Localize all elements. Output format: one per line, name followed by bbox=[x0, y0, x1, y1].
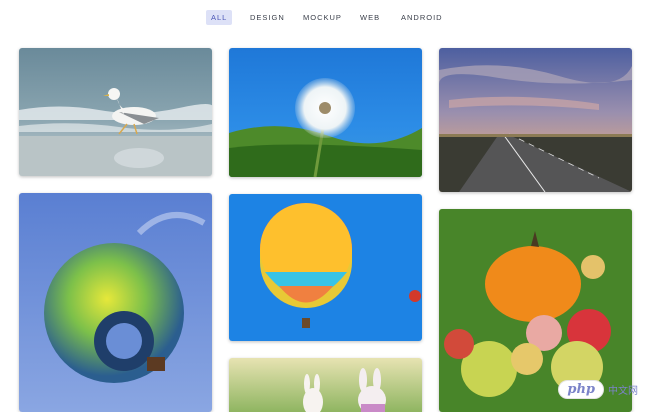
filter-design-button[interactable]: DESIGN bbox=[245, 10, 290, 25]
filter-bar: ALL DESIGN MOCKUP WEB ANDROID bbox=[0, 10, 650, 25]
balloon-rainbow-image bbox=[229, 194, 422, 341]
gallery-item-dandelion[interactable] bbox=[229, 48, 422, 177]
watermark-logo: php bbox=[558, 379, 604, 399]
filter-web-button[interactable]: WEB bbox=[355, 10, 385, 25]
gallery-item-bunnies[interactable] bbox=[229, 358, 422, 412]
gallery-item-balloon-rainbow[interactable] bbox=[229, 194, 422, 341]
gallery-item-balloon-green[interactable] bbox=[19, 193, 212, 412]
filter-all-button[interactable]: ALL bbox=[206, 10, 233, 25]
dandelion-image bbox=[229, 48, 422, 177]
watermark-suffix: 中文网 bbox=[608, 385, 638, 397]
road-image bbox=[439, 48, 632, 192]
filter-mockup-button[interactable]: MOCKUP bbox=[298, 10, 347, 25]
seagull-image bbox=[19, 48, 212, 176]
filter-android-button[interactable]: ANDROID bbox=[396, 10, 448, 25]
balloon-green-image bbox=[19, 193, 212, 412]
gallery-item-seagull[interactable] bbox=[19, 48, 212, 176]
gallery-item-road[interactable] bbox=[439, 48, 632, 192]
watermark: php 中文网 bbox=[558, 378, 638, 400]
bunnies-image bbox=[229, 358, 422, 412]
